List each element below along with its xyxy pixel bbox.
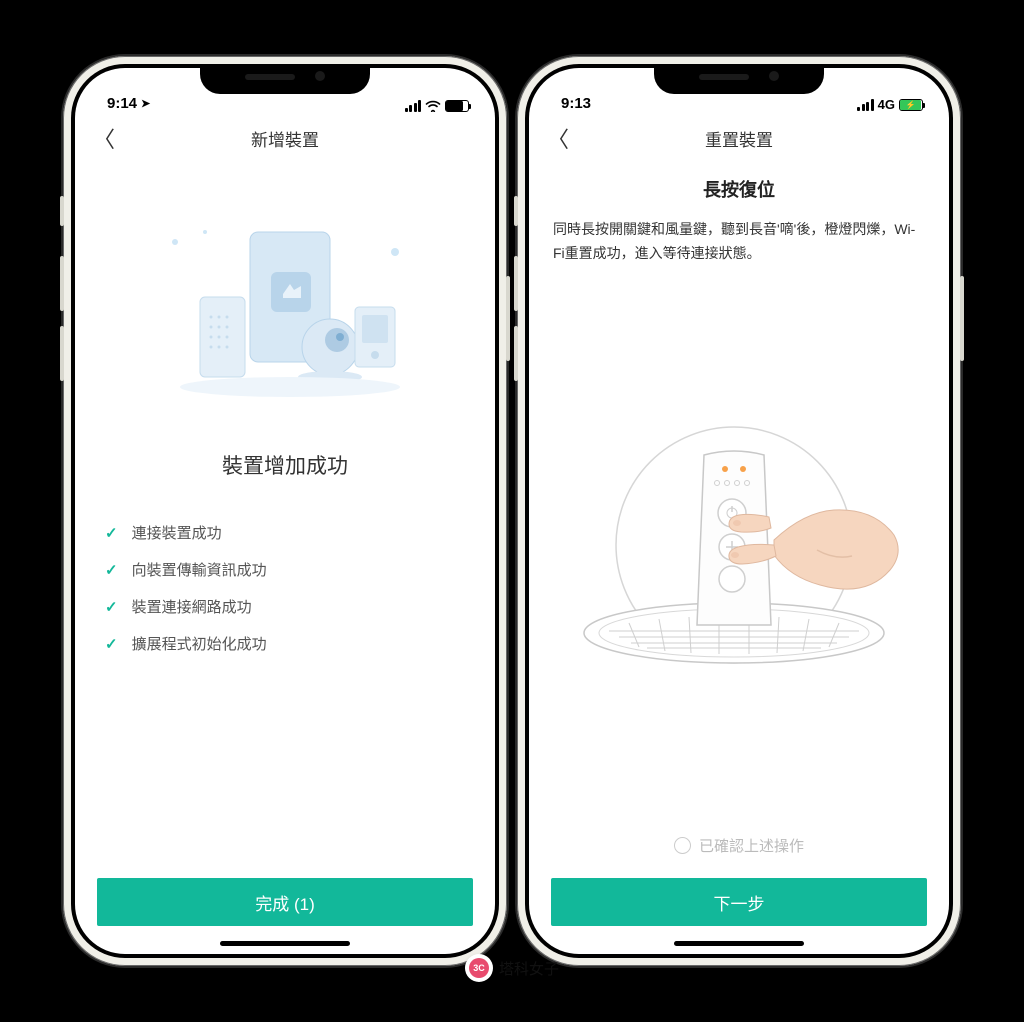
- phone-notch: [654, 64, 824, 94]
- location-icon: ➤: [141, 97, 150, 110]
- watermark-badge-icon: 3C: [465, 954, 493, 982]
- status-time: 9:14: [107, 95, 137, 112]
- phone-right: 9:13 4G 〈 重置裝置 長按復位 同時長按開關鍵和風量鍵，聽到長音'嘀'後…: [517, 56, 961, 966]
- check-item: ✓ 連接裝置成功: [105, 522, 473, 543]
- battery-charging-icon: [899, 99, 923, 111]
- success-title: 裝置增加成功: [97, 450, 473, 480]
- check-label: 裝置連接網路成功: [132, 596, 252, 617]
- confirm-label: 已確認上述操作: [699, 835, 804, 856]
- check-icon: ✓: [105, 524, 118, 542]
- check-item: ✓ 向裝置傳輸資訊成功: [105, 559, 473, 580]
- check-label: 向裝置傳輸資訊成功: [132, 559, 267, 580]
- back-button[interactable]: 〈: [93, 122, 115, 154]
- nav-bar: 〈 新增裝置: [75, 114, 495, 162]
- side-button: [60, 196, 64, 226]
- side-button: [514, 256, 518, 311]
- side-button: [514, 326, 518, 381]
- section-title: 長按復位: [551, 176, 927, 202]
- network-label: 4G: [878, 97, 895, 112]
- check-icon: ✓: [105, 561, 118, 579]
- back-button[interactable]: 〈: [547, 122, 569, 154]
- check-list: ✓ 連接裝置成功 ✓ 向裝置傳輸資訊成功 ✓ 裝置連接網路成功 ✓ 擴展程式初始…: [97, 522, 473, 670]
- battery-icon: [445, 100, 469, 112]
- screen-right: 9:13 4G 〈 重置裝置 長按復位 同時長按開關鍵和風量鍵，聽到長音'嘀'後…: [529, 68, 949, 954]
- side-button: [60, 326, 64, 381]
- watermark: 3C 塔科女子: [465, 954, 559, 982]
- signal-icon: [857, 99, 874, 111]
- side-button: [60, 256, 64, 311]
- check-item: ✓ 裝置連接網路成功: [105, 596, 473, 617]
- phone-notch: [200, 64, 370, 94]
- section-description: 同時長按開關鍵和風量鍵，聽到長音'嘀'後，橙燈閃爍，Wi-Fi重置成功，進入等待…: [551, 218, 927, 266]
- phone-left: 9:14 ➤ 〈 新增裝置: [63, 56, 507, 966]
- check-icon: ✓: [105, 598, 118, 616]
- next-button[interactable]: 下一步: [551, 878, 927, 926]
- confirm-row[interactable]: 已確認上述操作: [551, 835, 927, 856]
- radio-unchecked-icon[interactable]: [674, 837, 691, 854]
- check-label: 擴展程式初始化成功: [132, 633, 267, 654]
- success-illustration: [97, 182, 473, 442]
- device-illustration: [551, 276, 927, 835]
- check-label: 連接裝置成功: [132, 522, 222, 543]
- watermark-text: 塔科女子: [499, 958, 559, 979]
- side-button: [960, 276, 964, 361]
- signal-icon: [405, 100, 422, 112]
- nav-bar: 〈 重置裝置: [529, 114, 949, 162]
- side-button: [514, 196, 518, 226]
- page-title: 新增裝置: [251, 126, 319, 151]
- complete-button[interactable]: 完成 (1): [97, 878, 473, 926]
- wifi-icon: [425, 100, 441, 112]
- side-button: [506, 276, 510, 361]
- check-item: ✓ 擴展程式初始化成功: [105, 633, 473, 654]
- check-icon: ✓: [105, 635, 118, 653]
- home-indicator[interactable]: [674, 941, 804, 946]
- screen-left: 9:14 ➤ 〈 新增裝置: [75, 68, 495, 954]
- home-indicator[interactable]: [220, 941, 350, 946]
- page-title: 重置裝置: [705, 126, 773, 151]
- status-time: 9:13: [561, 95, 591, 112]
